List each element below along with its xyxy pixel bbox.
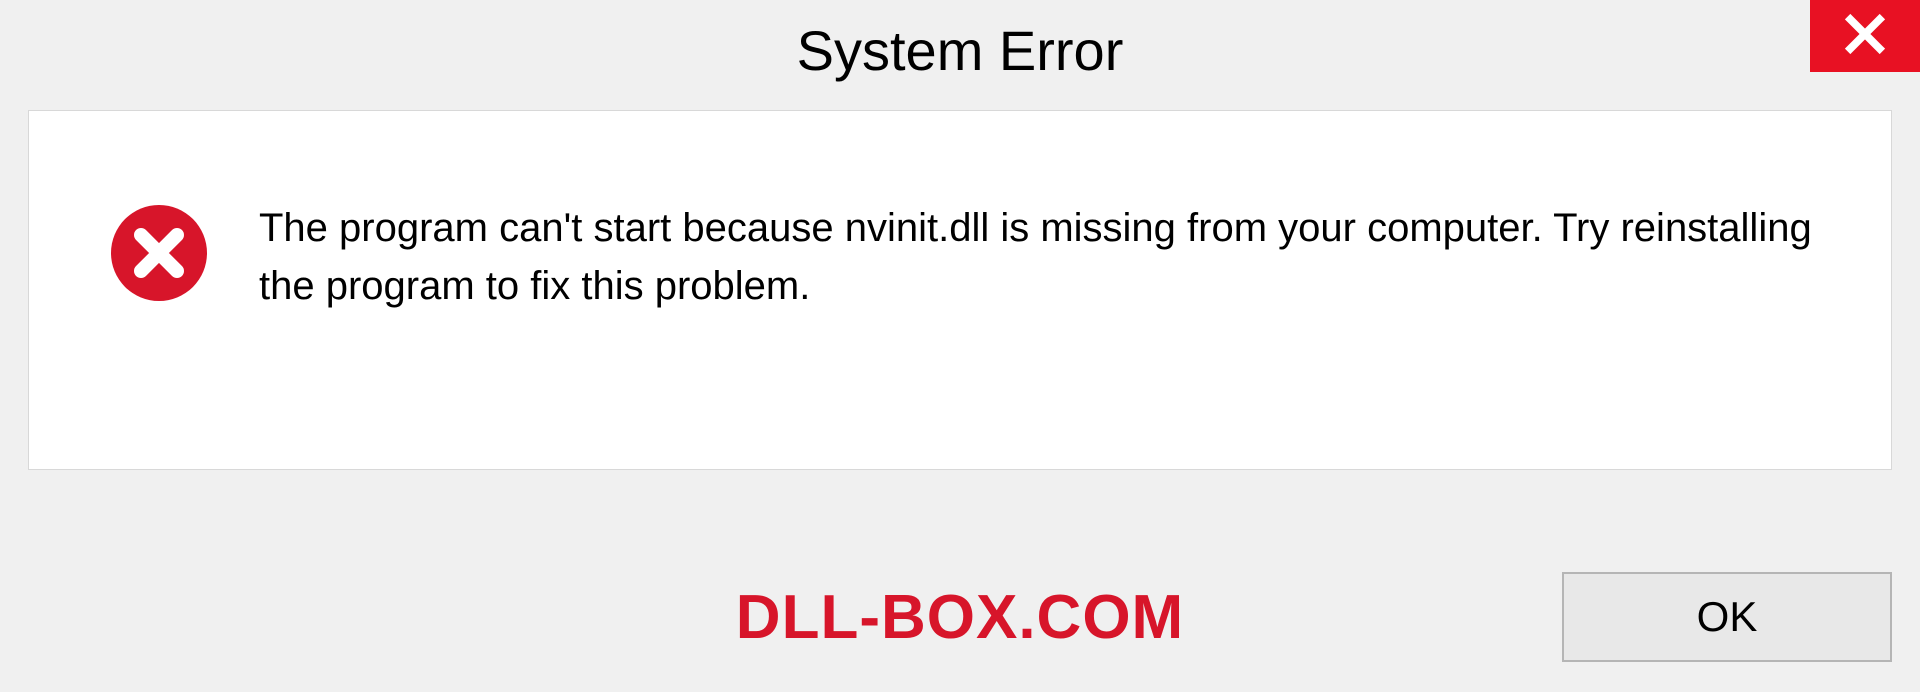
ok-button[interactable]: OK [1562, 572, 1892, 662]
close-icon [1843, 12, 1887, 61]
close-button[interactable] [1810, 0, 1920, 72]
watermark-text: DLL-BOX.COM [736, 582, 1184, 653]
footer: DLL-BOX.COM OK [28, 572, 1892, 662]
dialog-title: System Error [797, 18, 1124, 83]
error-icon [109, 203, 209, 303]
content-panel: The program can't start because nvinit.d… [28, 110, 1892, 470]
error-message: The program can't start because nvinit.d… [259, 199, 1831, 315]
titlebar: System Error [0, 0, 1920, 100]
